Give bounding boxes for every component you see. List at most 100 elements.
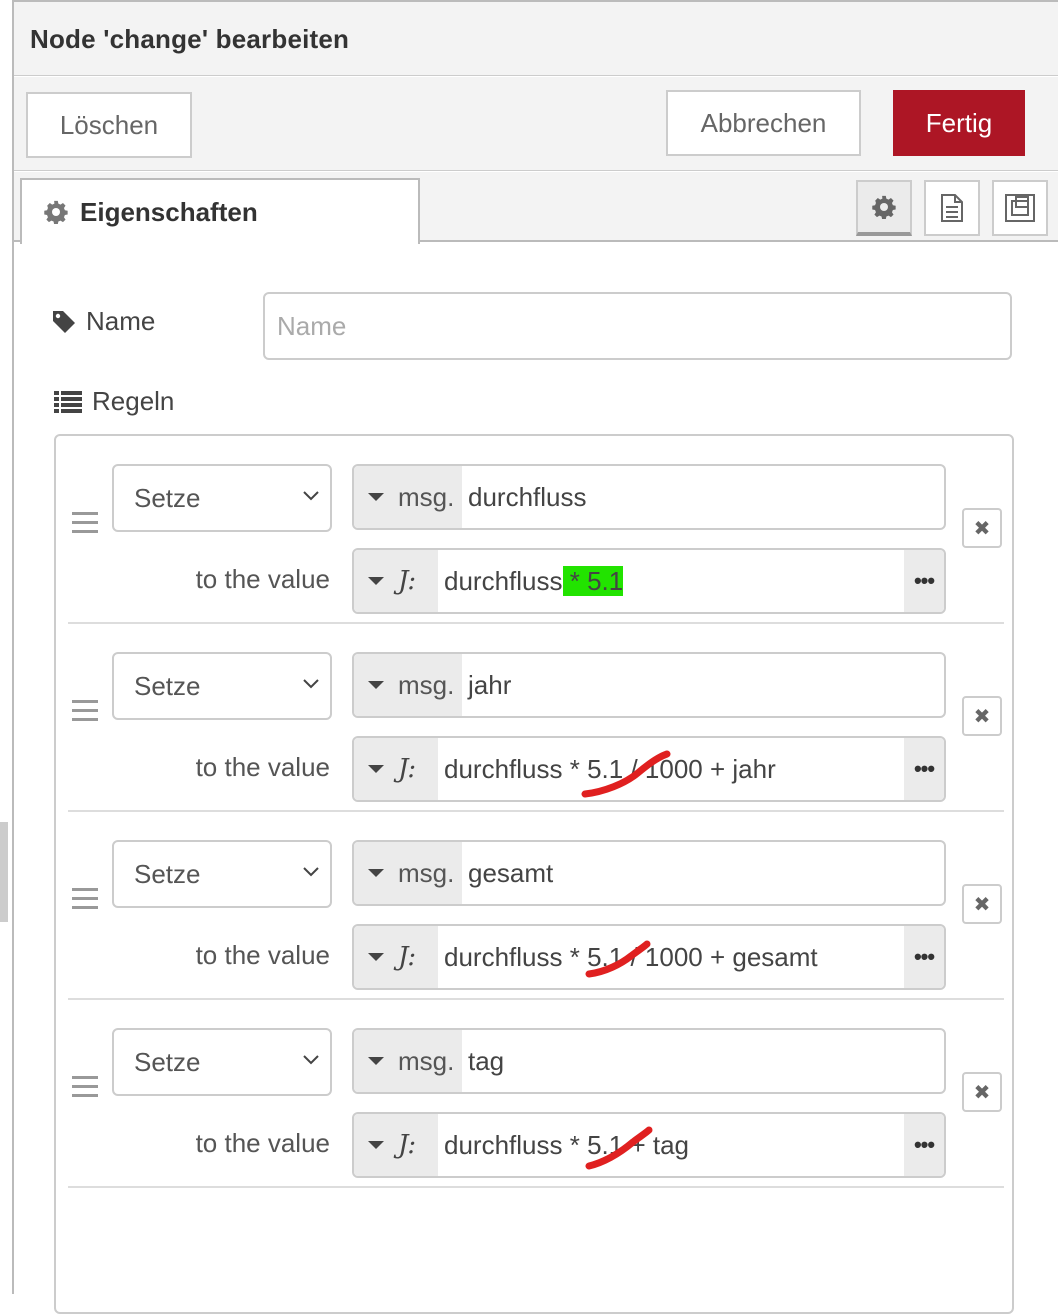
jsonata-icon: J: <box>398 1130 417 1160</box>
property-value: jahr <box>468 669 512 700</box>
chevron-down-icon <box>303 867 319 877</box>
rule-action-value: Setze <box>134 670 201 701</box>
drag-handle-icon[interactable] <box>72 888 98 910</box>
rule-action-select[interactable]: Setze <box>112 652 332 720</box>
remove-rule-button[interactable]: ✖ <box>962 1072 1002 1112</box>
property-typed-input[interactable]: msg. tag <box>352 1028 946 1094</box>
chevron-down-icon <box>303 491 319 501</box>
caret-down-icon <box>368 953 384 961</box>
caret-down-icon <box>368 1057 384 1065</box>
name-label-row: Name <box>52 306 155 337</box>
expression-text: durchfluss * <box>444 1129 588 1160</box>
struck-text: 5.1 <box>585 940 651 977</box>
rule-item: Setze msg. gesamt to the value J: durchf… <box>68 812 1004 1000</box>
to-the-value-label: to the value <box>195 1128 330 1158</box>
expression-typed-input[interactable]: J: durchfluss * 5.1 / 1000 + gesamt ••• <box>352 924 946 990</box>
chevron-down-icon <box>303 679 319 689</box>
gear-icon <box>44 200 68 224</box>
jsonata-icon: J: <box>398 566 417 596</box>
property-value: tag <box>468 1045 505 1076</box>
rule-action-value: Setze <box>134 482 201 513</box>
drag-handle-icon[interactable] <box>72 512 98 534</box>
rule-action-value: Setze <box>134 1046 201 1077</box>
tab-appearance[interactable] <box>992 180 1048 236</box>
ellipsis-icon[interactable]: ••• <box>904 1114 944 1176</box>
expression-type-button[interactable]: J: <box>354 1114 438 1176</box>
tag-icon <box>53 310 75 333</box>
strike-mark <box>581 750 671 797</box>
struck-text: 5.1 <box>585 1126 653 1169</box>
caret-down-icon <box>368 681 384 689</box>
rules-label-row: Regeln <box>54 386 174 417</box>
remove-rule-button[interactable]: ✖ <box>962 508 1002 548</box>
remove-rule-button[interactable]: ✖ <box>962 696 1002 736</box>
strike-mark <box>585 940 651 977</box>
frame-icon <box>1005 194 1035 222</box>
to-the-value-label: to the value <box>195 752 330 782</box>
ellipsis-icon[interactable]: ••• <box>904 550 944 612</box>
property-typed-input[interactable]: msg. gesamt <box>352 840 946 906</box>
highlighted-text: * 5.1 <box>562 565 624 596</box>
expression-typed-input[interactable]: J: durchfluss * 5.1 / 1000 + jahr ••• <box>352 736 946 802</box>
gear-icon <box>872 195 896 219</box>
expression-type-button[interactable]: J: <box>354 738 438 800</box>
expression-text: durchfluss * <box>444 753 588 784</box>
caret-down-icon <box>368 1141 384 1149</box>
rule-item: Setze msg. durchfluss to the value J: du… <box>68 436 1004 624</box>
edit-tray: Node 'change' bearbeiten Löschen Abbrech… <box>12 0 1058 1314</box>
caret-down-icon <box>368 869 384 877</box>
expression-value: durchfluss * 5.1 + tag <box>438 1126 904 1169</box>
expression-typed-input[interactable]: J: durchfluss * 5.1 + tag ••• <box>352 1112 946 1178</box>
rule-action-value: Setze <box>134 858 201 889</box>
delete-button[interactable]: Löschen <box>26 92 192 158</box>
caret-down-icon <box>368 577 384 585</box>
rules-list: Setze msg. durchfluss to the value J: du… <box>54 434 1014 1314</box>
drag-handle-icon[interactable] <box>72 1076 98 1098</box>
property-type-button[interactable]: msg. <box>354 654 462 716</box>
resize-grip[interactable] <box>0 822 8 922</box>
property-typed-input[interactable]: msg. jahr <box>352 652 946 718</box>
property-typed-input[interactable]: msg. durchfluss <box>352 464 946 530</box>
tab-description[interactable] <box>924 180 980 236</box>
expression-text: durchfluss * <box>444 941 588 972</box>
remove-rule-button[interactable]: ✖ <box>962 884 1002 924</box>
property-type-button[interactable]: msg. <box>354 466 462 528</box>
property-type-label: msg. <box>398 1045 455 1076</box>
rule-item: Setze msg. tag to the value J: durchflus… <box>68 1000 1004 1188</box>
tab-properties-label: Eigenschaften <box>80 196 258 227</box>
property-type-label: msg. <box>398 481 455 512</box>
caret-down-icon <box>368 493 384 501</box>
list-icon <box>54 390 82 413</box>
property-type-button[interactable]: msg. <box>354 1030 462 1092</box>
cancel-button[interactable]: Abbrechen <box>666 90 861 156</box>
caret-down-icon <box>368 765 384 773</box>
expression-type-button[interactable]: J: <box>354 550 438 612</box>
done-button[interactable]: Fertig <box>893 90 1025 156</box>
to-the-value-label: to the value <box>195 940 330 970</box>
jsonata-icon: J: <box>398 942 417 972</box>
expression-type-button[interactable]: J: <box>354 926 438 988</box>
to-the-value-label: to the value <box>195 564 330 594</box>
chevron-down-icon <box>303 1055 319 1065</box>
rule-action-select[interactable]: Setze <box>112 464 332 532</box>
tray-title: Node 'change' bearbeiten <box>30 24 350 54</box>
ellipsis-icon[interactable]: ••• <box>904 926 944 988</box>
property-type-button[interactable]: msg. <box>354 842 462 904</box>
rule-action-select[interactable]: Setze <box>112 840 332 908</box>
name-label: Name <box>86 306 156 336</box>
name-input[interactable] <box>263 292 1012 360</box>
ellipsis-icon[interactable]: ••• <box>904 738 944 800</box>
tab-settings[interactable] <box>856 180 912 236</box>
property-type-label: msg. <box>398 669 455 700</box>
tab-properties[interactable]: Eigenschaften <box>20 178 420 244</box>
tray-header: Node 'change' bearbeiten <box>14 2 1058 76</box>
expression-typed-input[interactable]: J: durchfluss * 5.1 ••• <box>352 548 946 614</box>
rule-action-select[interactable]: Setze <box>112 1028 332 1096</box>
expression-value: durchfluss * 5.1 <box>438 565 904 597</box>
expression-text: durchfluss <box>444 565 563 596</box>
drag-handle-icon[interactable] <box>72 700 98 722</box>
struck-text: 5.1 <box>581 750 671 797</box>
document-icon <box>941 194 963 222</box>
rules-label: Regeln <box>92 386 175 416</box>
strike-mark <box>585 1126 653 1169</box>
